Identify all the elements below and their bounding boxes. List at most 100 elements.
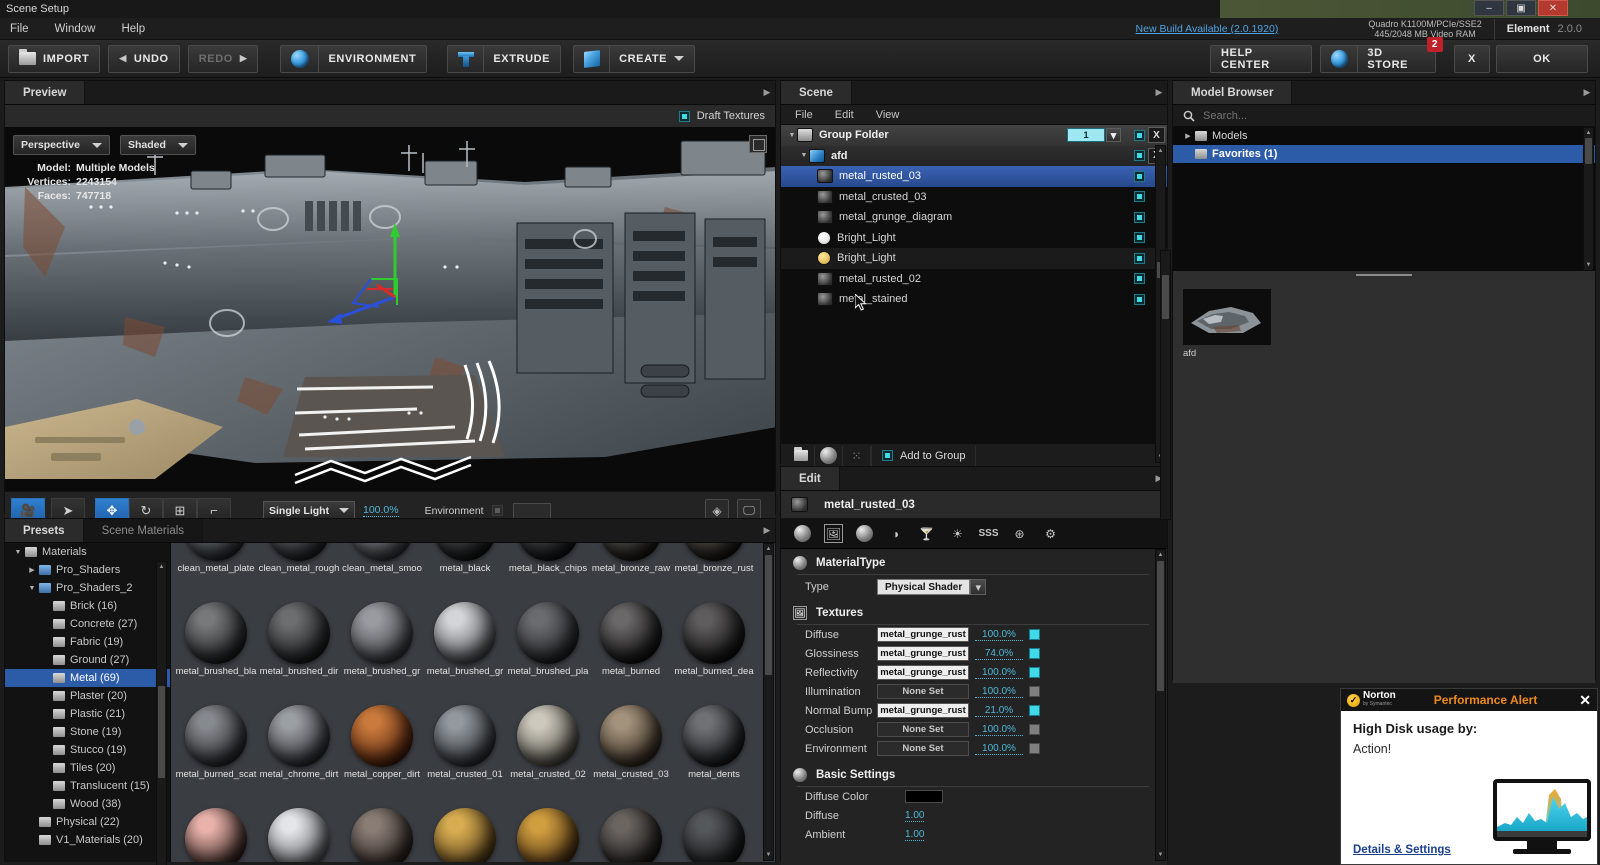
texture-enable-checkbox[interactable]	[1029, 667, 1040, 678]
environment-toggle[interactable]	[491, 505, 503, 516]
scene-tree-row[interactable]: metal_rusted_02	[781, 269, 1167, 290]
light-icon[interactable]: ☀	[948, 524, 967, 543]
gear-icon[interactable]: ⚙	[1041, 524, 1060, 543]
tab-presets[interactable]: Presets	[5, 519, 84, 542]
texture-amount-value[interactable]: 74.0%	[975, 648, 1023, 660]
visibility-checkbox[interactable]	[1134, 293, 1145, 305]
preset-tree-item[interactable]: Plastic (21)	[5, 705, 170, 723]
chevron-down-icon[interactable]: ▼	[787, 132, 797, 139]
material-swatch[interactable]: metal_black_chips	[507, 543, 589, 574]
texture-amount-value[interactable]: 100.0%	[975, 743, 1023, 755]
undo-button[interactable]: ◀ UNDO	[108, 44, 180, 73]
import-button[interactable]: IMPORT	[8, 44, 101, 73]
edit-scrollbar[interactable]: ▲ ▼	[1155, 549, 1166, 861]
scroll-up-arrow[interactable]: ▲	[1585, 129, 1592, 137]
preset-tree-item[interactable]: Ground (27)	[5, 651, 170, 669]
visibility-checkbox[interactable]	[1134, 129, 1145, 141]
environment-map-icon[interactable]: ⊛	[1010, 524, 1029, 543]
material-swatch[interactable]: clean_metal_rough	[258, 543, 340, 574]
numeric-value[interactable]: 1.00	[905, 829, 925, 841]
scroll-down-arrow[interactable]: ▼	[765, 851, 772, 859]
scene-menu-file[interactable]: File	[795, 109, 813, 121]
model-browser-tree[interactable]: ▶ Models Favorites (1)	[1173, 127, 1595, 271]
scrollbar-thumb[interactable]	[1585, 138, 1592, 164]
material-swatch[interactable]	[673, 808, 755, 862]
light-intensity-value[interactable]: 100.0%	[363, 504, 399, 517]
material-preview-icon[interactable]	[793, 524, 812, 543]
texture-slot-field[interactable]: metal_grunge_rust	[877, 627, 969, 642]
presets-panel-menu-icon[interactable]: ▶	[759, 519, 775, 542]
browser-splitter[interactable]	[1173, 271, 1595, 279]
add-to-group-checkbox[interactable]	[882, 450, 893, 461]
material-swatch[interactable]: metal_brushed_gr	[424, 602, 506, 677]
tab-preview[interactable]: Preview	[5, 81, 86, 104]
visibility-checkbox[interactable]	[1134, 191, 1145, 203]
group-count-field[interactable]: 1	[1067, 128, 1105, 143]
material-swatch[interactable]: metal_brushed_bla	[175, 602, 257, 677]
visibility-checkbox[interactable]	[1134, 170, 1145, 182]
texture-slot-field[interactable]: None Set	[877, 684, 969, 699]
search-input[interactable]	[1203, 109, 1533, 122]
window-minimize-button[interactable]: –	[1474, 0, 1504, 16]
browser-tree-item[interactable]: ▶ Models	[1173, 127, 1595, 145]
visibility-checkbox[interactable]	[1134, 211, 1145, 223]
view-mode-dropdown[interactable]: Perspective	[13, 135, 110, 155]
visibility-checkbox[interactable]	[1134, 232, 1145, 244]
preset-tree-item[interactable]: Wood (38)	[5, 795, 170, 813]
basic-settings-icon[interactable]	[855, 524, 874, 543]
preset-tree-item[interactable]: Brick (16)	[5, 597, 170, 615]
preset-tree-item[interactable]: Fabric (19)	[5, 633, 170, 651]
material-swatch[interactable]: metal_burned_scat	[175, 705, 257, 780]
environment-color-swatch[interactable]	[512, 502, 551, 519]
material-swatch[interactable]: metal_chrome_dirt	[258, 705, 340, 780]
chevron-down-icon[interactable]: ▼	[799, 152, 809, 159]
material-swatch[interactable]: metal_crusted_01	[424, 705, 506, 780]
presets-tree[interactable]: ▼ Materials ▶ Pro_Shaders ▼ Pro_Shaders_2 Bric…	[5, 543, 171, 862]
scene-tree-row[interactable]: ▼ Group Folder 1 ▾ X	[781, 125, 1167, 146]
expand-viewport-button[interactable]	[749, 135, 767, 153]
texture-enable-checkbox[interactable]	[1029, 686, 1040, 697]
visibility-checkbox[interactable]	[1134, 273, 1145, 285]
scrollbar-thumb[interactable]	[1162, 275, 1169, 319]
browser-tree-scrollbar[interactable]: ▲ ▼	[1583, 127, 1594, 271]
visibility-checkbox[interactable]	[1134, 252, 1145, 264]
material-swatch[interactable]: metal_dents	[673, 705, 755, 780]
tab-edit[interactable]: Edit	[781, 467, 840, 490]
model-thumbnail-item[interactable]: afd	[1183, 289, 1271, 359]
material-swatch[interactable]: metal_bronze_raw	[590, 543, 672, 574]
preset-tree-item[interactable]: Stone (19)	[5, 723, 170, 741]
texture-enable-checkbox[interactable]	[1029, 705, 1040, 716]
preset-tree-item[interactable]: ▼ Pro_Shaders_2	[5, 579, 170, 597]
scroll-up-arrow[interactable]: ▲	[1157, 551, 1164, 559]
scene-tree-row[interactable]: Bright_Light	[781, 248, 1167, 269]
preset-tree-item[interactable]: Translucent (15)	[5, 777, 170, 795]
tab-model-browser[interactable]: Model Browser	[1173, 81, 1293, 104]
group-nodes-button[interactable]: ⁙	[843, 445, 871, 466]
chevron-right-icon[interactable]: ▶	[25, 566, 39, 574]
numeric-value[interactable]: 1.00	[905, 810, 925, 822]
chevron-down-icon[interactable]: ▾	[970, 579, 987, 595]
material-swatch[interactable]: metal_crusted_02	[507, 705, 589, 780]
tab-scene-materials[interactable]: Scene Materials	[83, 519, 204, 542]
norton-close-button[interactable]: ✕	[1575, 692, 1591, 709]
add-to-group-button[interactable]: Add to Group	[871, 445, 977, 466]
scroll-up-arrow[interactable]: ▲	[765, 545, 772, 553]
preset-tree-item[interactable]: V1_Materials (20)	[5, 831, 170, 849]
material-swatch[interactable]	[175, 808, 257, 862]
window-maximize-button[interactable]: ▣	[1506, 0, 1536, 16]
material-swatch[interactable]: metal_brushed_pla	[507, 602, 589, 677]
preset-tree-item[interactable]: Stucco (19)	[5, 741, 170, 759]
texture-amount-value[interactable]: 100.0%	[975, 724, 1023, 736]
browser-tree-item[interactable]: Favorites (1)	[1173, 145, 1595, 163]
details-and-settings-link[interactable]: Details & Settings	[1353, 844, 1451, 856]
new-material-button[interactable]	[815, 445, 843, 466]
preset-tree-item[interactable]: Physical (22)	[5, 813, 170, 831]
scene-tree-row[interactable]: ▼afdX	[781, 145, 1167, 166]
chevron-down-icon[interactable]: ▼	[11, 549, 25, 556]
texture-enable-checkbox[interactable]	[1029, 629, 1040, 640]
material-swatch[interactable]: metal_burned	[590, 602, 672, 677]
chevron-down-icon[interactable]: ▾	[1106, 128, 1121, 143]
scene-tree[interactable]: ▼Group Folder1▾X▼afdXmetal_rusted_03meta…	[781, 125, 1167, 443]
texture-enable-checkbox[interactable]	[1029, 743, 1040, 754]
material-swatch[interactable]: metal_bronze_rust	[673, 543, 755, 574]
